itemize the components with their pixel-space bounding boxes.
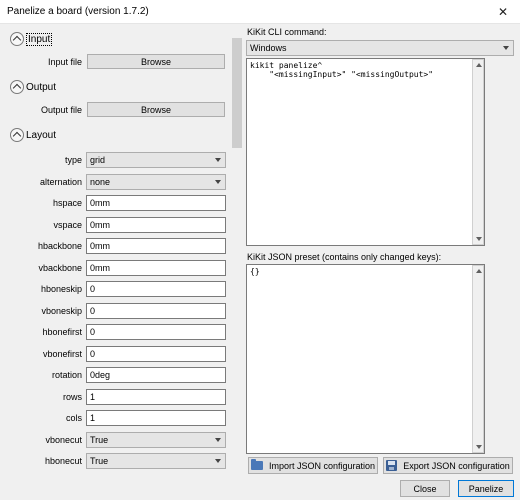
field-value-rows: 1 (90, 391, 96, 402)
cli-command-label: KiKit CLI command: (247, 27, 327, 37)
field-value-hbonefirst: 0 (90, 327, 96, 337)
chevron-down-icon (503, 46, 509, 50)
field-label-vboneskip: vboneskip (41, 305, 82, 316)
section-layout-label: Layout (26, 129, 57, 141)
chevron-down-icon (215, 459, 221, 463)
input-vspace[interactable]: 0mm (86, 216, 226, 233)
platform-value: Windows (250, 43, 287, 53)
input-hbackbone[interactable]: 0mm (86, 238, 226, 254)
cli-text-scrollbar[interactable] (472, 59, 484, 245)
field-value-vboneskip: 0 (90, 305, 96, 316)
collapse-icon[interactable] (10, 80, 24, 94)
panelize-dialog: Panelize a board (version 1.7.2) ✕ Input… (0, 0, 520, 500)
field-label-vbackbone: vbackbone (38, 262, 82, 273)
field-label-alternation: alternation (39, 176, 82, 187)
scrollbar-thumb[interactable] (232, 38, 242, 148)
section-layout-header[interactable]: Layout (10, 128, 56, 142)
output-browse-button[interactable]: Browse (87, 102, 225, 117)
section-output-label: Output (26, 81, 57, 93)
chevron-down-icon (215, 179, 221, 184)
close-button[interactable]: Close (400, 480, 450, 497)
cli-command-text[interactable]: kikit panelize^ "<missingInput>" "<missi… (246, 58, 485, 246)
field-value-hspace: 0mm (90, 198, 110, 208)
field-value-cols: 1 (90, 413, 96, 423)
collapse-icon[interactable] (10, 32, 24, 46)
folder-icon (250, 459, 263, 470)
collapse-icon[interactable] (10, 128, 24, 142)
export-json-button[interactable]: Export JSON configuration (383, 457, 513, 474)
input-hboneskip[interactable]: 0 (86, 281, 226, 297)
input-rows[interactable]: 1 (86, 388, 226, 405)
select-alternation[interactable]: none (86, 173, 226, 190)
field-value-hboneskip: 0 (90, 284, 96, 294)
select-type[interactable]: grid (86, 152, 226, 168)
field-label-rows: rows (62, 391, 82, 402)
import-json-label: Import JSON configuration (268, 460, 376, 471)
scroll-down-icon[interactable] (476, 445, 482, 449)
field-label-vbonecut: vbonecut (45, 434, 82, 445)
input-browse-button[interactable]: Browse (87, 54, 225, 69)
title-bar: Panelize a board (version 1.7.2) ✕ (0, 0, 520, 24)
scroll-up-icon[interactable] (476, 63, 482, 67)
close-icon: ✕ (497, 5, 509, 19)
input-hspace[interactable]: 0mm (86, 195, 226, 211)
export-json-label: Export JSON configuration (403, 460, 510, 471)
chevron-down-icon (215, 158, 221, 162)
scroll-down-icon[interactable] (476, 237, 482, 241)
output-file-label: Output file (40, 105, 82, 115)
field-value-hbonecut: True (90, 456, 109, 466)
field-label-rotation: rotation (51, 370, 82, 380)
input-hbonefirst[interactable]: 0 (86, 324, 226, 340)
panelize-button[interactable]: Panelize (458, 480, 514, 497)
json-text-scrollbar[interactable] (472, 265, 484, 453)
field-value-rotation: 0deg (90, 370, 111, 380)
platform-select[interactable]: Windows (246, 40, 514, 56)
json-preset-text[interactable]: {} (246, 264, 485, 454)
field-label-hbonefirst: hbonefirst (42, 327, 82, 337)
settings-pane: Input Input file Browse Output Output fi… (0, 24, 244, 476)
section-input-label: Input (26, 32, 53, 46)
field-value-type: grid (90, 155, 106, 165)
input-file-label: Input file (47, 57, 82, 67)
field-value-hbackbone: 0mm (90, 241, 110, 251)
field-label-hbonecut: hbonecut (44, 456, 82, 466)
field-label-cols: cols (65, 413, 82, 423)
field-label-vbonefirst: vbonefirst (42, 348, 82, 359)
json-preset-label: KiKit JSON preset (contains only changed… (247, 252, 442, 262)
section-input-header[interactable]: Input (10, 32, 53, 46)
chevron-down-icon (215, 437, 221, 442)
field-value-vspace: 0mm (90, 219, 110, 230)
field-value-alternation: none (90, 176, 111, 187)
field-value-vbonecut: True (90, 434, 109, 445)
window-title: Panelize a board (version 1.7.2) (7, 6, 149, 17)
section-output-header[interactable]: Output (10, 80, 56, 94)
input-vbackbone[interactable]: 0mm (86, 259, 226, 276)
input-vbonefirst[interactable]: 0 (86, 345, 226, 362)
field-label-type: type (64, 155, 82, 165)
field-value-vbonefirst: 0 (90, 348, 96, 359)
field-label-hspace: hspace (52, 198, 82, 208)
input-vboneskip[interactable]: 0 (86, 302, 226, 319)
save-icon (386, 460, 398, 471)
settings-scrollbar[interactable] (231, 26, 243, 474)
select-hbonecut[interactable]: True (86, 453, 226, 469)
window-close-button[interactable]: ✕ (486, 0, 520, 24)
import-json-button[interactable]: Import JSON configuration (248, 457, 378, 474)
select-vbonecut[interactable]: True (86, 431, 226, 448)
field-label-hbackbone: hbackbone (37, 241, 82, 251)
field-value-vbackbone: 0mm (90, 262, 110, 273)
input-rotation[interactable]: 0deg (86, 367, 226, 383)
field-label-hboneskip: hboneskip (40, 284, 82, 294)
input-cols[interactable]: 1 (86, 410, 226, 426)
scroll-up-icon[interactable] (476, 269, 482, 273)
field-label-vspace: vspace (53, 219, 82, 230)
